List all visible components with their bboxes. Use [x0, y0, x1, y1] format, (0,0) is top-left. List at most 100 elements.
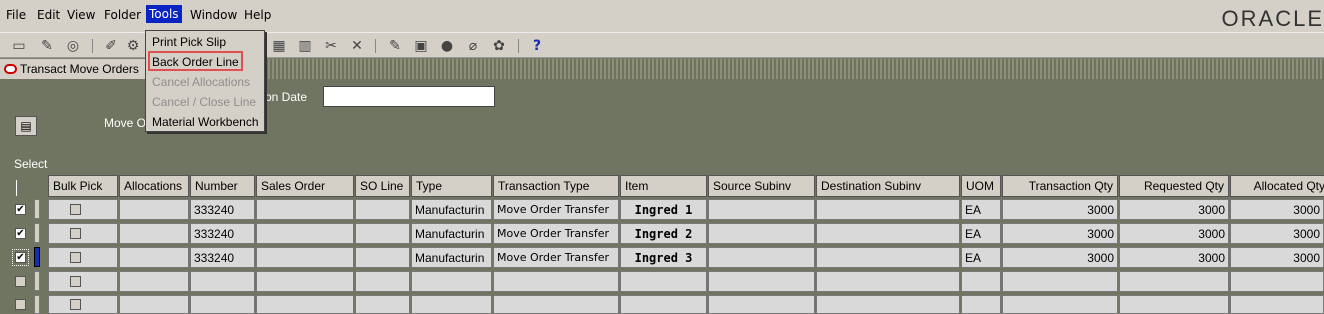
- allocations-cell[interactable]: [119, 199, 189, 220]
- row-selector-current[interactable]: [34, 247, 40, 267]
- so-line-cell[interactable]: [355, 247, 410, 268]
- empty-cell[interactable]: [493, 271, 619, 292]
- menu-item-print-pick-slip[interactable]: Print Pick Slip: [152, 35, 226, 49]
- bulk-pick-checkbox[interactable]: [70, 252, 81, 263]
- transaction-qty-cell[interactable]: 3000: [1002, 199, 1118, 220]
- number-cell[interactable]: 333240: [190, 223, 255, 244]
- empty-cell[interactable]: [355, 271, 410, 292]
- empty-cell[interactable]: [708, 295, 815, 314]
- empty-cell[interactable]: [119, 295, 189, 314]
- empty-cell[interactable]: [1230, 271, 1324, 292]
- row-selector[interactable]: [34, 199, 40, 219]
- source-subinv-cell[interactable]: [708, 199, 815, 220]
- sales-order-cell[interactable]: [256, 199, 354, 220]
- uom-cell[interactable]: EA: [961, 223, 1001, 244]
- bulk-pick-checkbox[interactable]: [70, 228, 81, 239]
- print-icon[interactable]: ⚙: [124, 37, 142, 55]
- empty-cell[interactable]: [1119, 271, 1229, 292]
- type-cell[interactable]: Manufacturin: [411, 199, 492, 220]
- empty-cell[interactable]: [190, 295, 255, 314]
- number-cell[interactable]: 333240: [190, 247, 255, 268]
- select-checkbox[interactable]: ✔: [12, 249, 29, 266]
- paste-icon[interactable]: ▥: [296, 37, 314, 55]
- empty-cell[interactable]: [1002, 271, 1118, 292]
- edit-field-icon[interactable]: ✎: [386, 37, 404, 55]
- col-destination-subinv[interactable]: Destination Subinv: [816, 175, 960, 197]
- menu-help[interactable]: Help: [244, 8, 271, 22]
- allocated-qty-cell[interactable]: 3000: [1230, 199, 1324, 220]
- zoom-icon[interactable]: ▣: [412, 37, 430, 55]
- empty-cell[interactable]: [355, 295, 410, 314]
- empty-cell[interactable]: [816, 271, 960, 292]
- attachments-icon[interactable]: ⌀: [464, 37, 482, 55]
- requested-qty-cell[interactable]: 3000: [1119, 223, 1229, 244]
- col-sales-order[interactable]: Sales Order: [256, 175, 354, 197]
- sales-order-cell[interactable]: [256, 247, 354, 268]
- source-subinv-cell[interactable]: [708, 247, 815, 268]
- menu-edit[interactable]: Edit: [37, 8, 60, 22]
- row-selector[interactable]: [34, 223, 40, 243]
- destination-subinv-cell[interactable]: [816, 223, 960, 244]
- so-line-cell[interactable]: [355, 199, 410, 220]
- empty-cell[interactable]: [411, 295, 492, 314]
- destination-subinv-cell[interactable]: [816, 247, 960, 268]
- row-selector[interactable]: [34, 295, 40, 314]
- menu-item-cancel-close-line[interactable]: Cancel / Close Line: [152, 95, 256, 109]
- allocations-cell[interactable]: [119, 247, 189, 268]
- col-requested-qty[interactable]: Requested Qty: [1119, 175, 1229, 197]
- empty-cell[interactable]: [816, 295, 960, 314]
- empty-cell[interactable]: [620, 295, 707, 314]
- empty-cell[interactable]: [961, 271, 1001, 292]
- col-type[interactable]: Type: [411, 175, 492, 197]
- requested-qty-cell[interactable]: 3000: [1119, 199, 1229, 220]
- col-allocated-qty[interactable]: Allocated Qty: [1230, 175, 1324, 197]
- allocated-qty-cell[interactable]: 3000: [1230, 247, 1324, 268]
- menu-item-material-workbench[interactable]: Material Workbench: [152, 115, 259, 129]
- menu-file[interactable]: File: [6, 8, 26, 22]
- col-transaction-qty[interactable]: Transaction Qty: [1002, 175, 1118, 197]
- translations-icon[interactable]: ●: [438, 37, 456, 55]
- save-icon[interactable]: ✐: [102, 37, 120, 55]
- type-cell[interactable]: Manufacturin: [411, 247, 492, 268]
- folder-tools-icon[interactable]: ✿: [490, 37, 508, 55]
- sales-order-cell[interactable]: [256, 223, 354, 244]
- transaction-qty-cell[interactable]: 3000: [1002, 223, 1118, 244]
- find-icon[interactable]: ✎: [38, 37, 56, 55]
- item-cell[interactable]: Ingred 3: [620, 247, 707, 268]
- transaction-type-cell[interactable]: Move Order Transfer: [493, 247, 619, 268]
- bulk-pick-checkbox[interactable]: [70, 276, 81, 287]
- row-selector[interactable]: [34, 271, 40, 291]
- so-line-cell[interactable]: [355, 223, 410, 244]
- transaction-qty-cell[interactable]: 3000: [1002, 247, 1118, 268]
- navigator-icon[interactable]: ◎: [64, 37, 82, 55]
- menu-item-cancel-allocations[interactable]: Cancel Allocations: [152, 75, 250, 89]
- select-checkbox[interactable]: [15, 276, 26, 287]
- menu-view[interactable]: View: [67, 8, 95, 22]
- transaction-type-cell[interactable]: Move Order Transfer: [493, 199, 619, 220]
- col-uom[interactable]: UOM: [961, 175, 1001, 197]
- bulk-pick-checkbox[interactable]: [70, 299, 81, 310]
- item-cell[interactable]: Ingred 1: [620, 199, 707, 220]
- empty-cell[interactable]: [256, 295, 354, 314]
- empty-cell[interactable]: [411, 271, 492, 292]
- uom-cell[interactable]: EA: [961, 199, 1001, 220]
- col-source-subinv[interactable]: Source Subinv: [708, 175, 815, 197]
- allocations-cell[interactable]: [119, 223, 189, 244]
- col-allocations[interactable]: Allocations: [119, 175, 189, 197]
- empty-cell[interactable]: [708, 271, 815, 292]
- col-transaction-type[interactable]: Transaction Type: [493, 175, 619, 197]
- col-bulk-pick[interactable]: Bulk Pick: [48, 175, 118, 197]
- menu-item-back-order-line[interactable]: Back Order Line: [152, 55, 239, 69]
- transaction-type-cell[interactable]: Move Order Transfer: [493, 223, 619, 244]
- menu-window[interactable]: Window: [190, 8, 237, 22]
- empty-cell[interactable]: [1230, 295, 1324, 314]
- delete-icon[interactable]: ✕: [348, 37, 366, 55]
- col-number[interactable]: Number: [190, 175, 255, 197]
- allocated-qty-cell[interactable]: 3000: [1230, 223, 1324, 244]
- help-icon[interactable]: ?: [528, 37, 546, 55]
- select-checkbox[interactable]: ✔: [15, 204, 26, 215]
- empty-cell[interactable]: [493, 295, 619, 314]
- empty-cell[interactable]: [256, 271, 354, 292]
- uom-cell[interactable]: EA: [961, 247, 1001, 268]
- source-subinv-cell[interactable]: [708, 223, 815, 244]
